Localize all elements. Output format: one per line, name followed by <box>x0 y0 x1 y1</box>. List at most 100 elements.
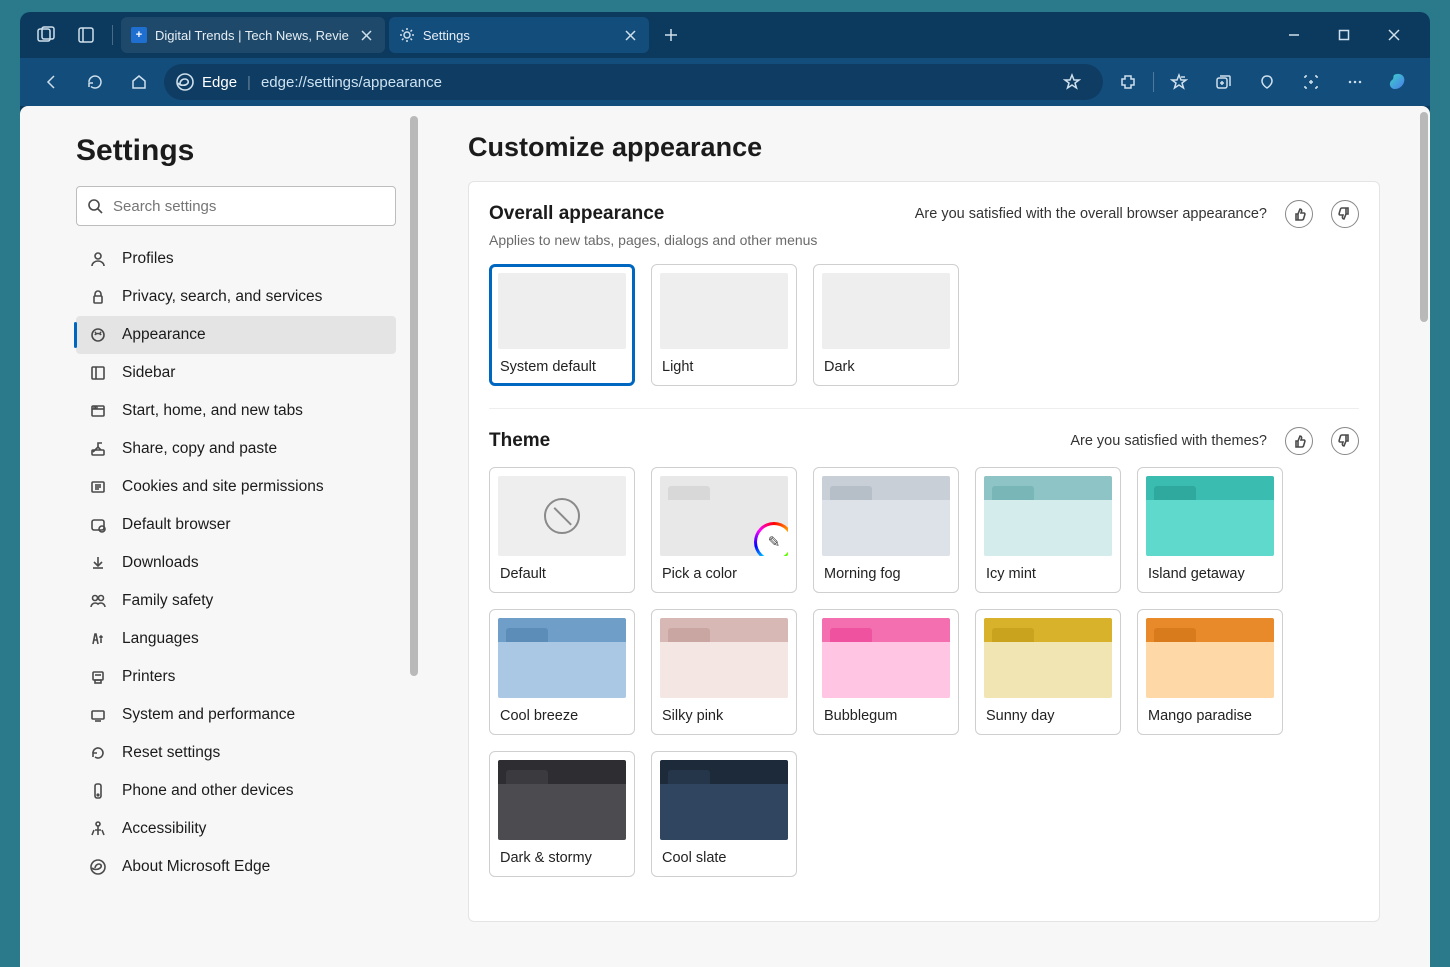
theme-option-pick-a-color[interactable]: ✎ Pick a color <box>651 467 797 593</box>
sidebar-item-appearance[interactable]: Appearance <box>76 316 396 354</box>
prohibit-icon <box>544 498 580 534</box>
thumbs-down-icon[interactable] <box>1331 427 1359 455</box>
nav-icon <box>88 743 108 763</box>
nav-icon <box>88 401 108 421</box>
workspaces-icon[interactable] <box>28 17 64 53</box>
preview-swatch <box>984 618 1112 698</box>
nav-icon <box>88 819 108 839</box>
option-label: Pick a color <box>660 566 788 584</box>
sidebar-item-start-home-and-new-tabs[interactable]: Start, home, and new tabs <box>76 392 396 430</box>
scrollbar[interactable] <box>410 116 418 676</box>
preview-swatch <box>498 273 626 349</box>
nav-label: Family safety <box>122 592 213 610</box>
color-picker-icon: ✎ <box>754 522 788 556</box>
appearance-option-light[interactable]: Light <box>651 264 797 386</box>
tab-actions-icon[interactable] <box>68 17 104 53</box>
favorite-star-icon[interactable] <box>1053 63 1091 101</box>
edge-badge: Edge <box>176 73 237 91</box>
preview-swatch <box>1146 618 1274 698</box>
scrollbar[interactable] <box>1420 112 1428 322</box>
theme-option-morning-fog[interactable]: Morning fog <box>813 467 959 593</box>
minimize-button[interactable] <box>1272 19 1316 51</box>
option-label: Cool breeze <box>498 708 626 726</box>
new-tab-button[interactable] <box>653 17 689 53</box>
nav-label: Appearance <box>122 326 206 344</box>
preview-swatch: ✎ <box>660 476 788 556</box>
preview-swatch <box>822 476 950 556</box>
option-label: Sunny day <box>984 708 1112 726</box>
favorites-icon[interactable] <box>1160 63 1198 101</box>
sidebar-item-accessibility[interactable]: Accessibility <box>76 810 396 848</box>
theme-option-silky-pink[interactable]: Silky pink <box>651 609 797 735</box>
nav-icon <box>88 439 108 459</box>
feedback-question: Are you satisfied with the overall brows… <box>915 206 1267 222</box>
sidebar-item-about-microsoft-edge[interactable]: About Microsoft Edge <box>76 848 396 886</box>
home-button[interactable] <box>120 63 158 101</box>
sidebar-item-share-copy-and-paste[interactable]: Share, copy and paste <box>76 430 396 468</box>
option-label: Dark & stormy <box>498 850 626 868</box>
sidebar-item-privacy-search-and-services[interactable]: Privacy, search, and services <box>76 278 396 316</box>
tab-label: Settings <box>423 28 613 43</box>
tab-digital-trends[interactable]: + Digital Trends | Tech News, Revie <box>121 17 385 53</box>
thumbs-up-icon[interactable] <box>1285 427 1313 455</box>
theme-option-default[interactable]: Default <box>489 467 635 593</box>
sidebar-item-phone-and-other-devices[interactable]: Phone and other devices <box>76 772 396 810</box>
nav-icon <box>88 857 108 877</box>
sidebar-item-reset-settings[interactable]: Reset settings <box>76 734 396 772</box>
option-label: Bubblegum <box>822 708 950 726</box>
sidebar-item-family-safety[interactable]: Family safety <box>76 582 396 620</box>
section-title-theme: Theme <box>489 430 550 452</box>
appearance-option-dark[interactable]: Dark <box>813 264 959 386</box>
copilot-icon[interactable] <box>1380 63 1418 101</box>
theme-option-bubblegum[interactable]: Bubblegum <box>813 609 959 735</box>
theme-option-island-getaway[interactable]: Island getaway <box>1137 467 1283 593</box>
nav-icon <box>88 287 108 307</box>
divider <box>112 25 113 45</box>
search-settings-input[interactable] <box>76 186 396 226</box>
nav-label: Reset settings <box>122 744 220 762</box>
more-menu-icon[interactable] <box>1336 63 1374 101</box>
theme-option-sunny-day[interactable]: Sunny day <box>975 609 1121 735</box>
address-bar[interactable]: Edge | edge://settings/appearance <box>164 64 1103 100</box>
screenshot-icon[interactable] <box>1292 63 1330 101</box>
sidebar-item-languages[interactable]: Languages <box>76 620 396 658</box>
sidebar-item-profiles[interactable]: Profiles <box>76 240 396 278</box>
browser-essentials-icon[interactable] <box>1248 63 1286 101</box>
tab-label: Digital Trends | Tech News, Revie <box>155 28 349 43</box>
refresh-button[interactable] <box>76 63 114 101</box>
nav-label: Sidebar <box>122 364 175 382</box>
sidebar-item-sidebar[interactable]: Sidebar <box>76 354 396 392</box>
sidebar-item-default-browser[interactable]: Default browser <box>76 506 396 544</box>
search-input[interactable] <box>113 198 385 215</box>
nav-icon <box>88 477 108 497</box>
collections-icon[interactable] <box>1204 63 1242 101</box>
theme-option-icy-mint[interactable]: Icy mint <box>975 467 1121 593</box>
close-icon[interactable] <box>357 25 377 45</box>
option-label: Cool slate <box>660 850 788 868</box>
nav-label: Phone and other devices <box>122 782 293 800</box>
theme-option-mango-paradise[interactable]: Mango paradise <box>1137 609 1283 735</box>
sidebar-item-downloads[interactable]: Downloads <box>76 544 396 582</box>
sidebar-item-cookies-and-site-permissions[interactable]: Cookies and site permissions <box>76 468 396 506</box>
sidebar-item-system-and-performance[interactable]: System and performance <box>76 696 396 734</box>
thumbs-down-icon[interactable] <box>1331 200 1359 228</box>
sidebar-item-printers[interactable]: Printers <box>76 658 396 696</box>
extensions-icon[interactable] <box>1109 63 1147 101</box>
tab-settings[interactable]: Settings <box>389 17 649 53</box>
option-label: Dark <box>822 359 950 377</box>
edge-label: Edge <box>202 74 237 91</box>
thumbs-up-icon[interactable] <box>1285 200 1313 228</box>
close-icon[interactable] <box>621 25 641 45</box>
sidebar-title: Settings <box>76 134 396 168</box>
back-button[interactable] <box>32 63 70 101</box>
nav-icon <box>88 705 108 725</box>
gear-icon <box>399 27 415 43</box>
settings-sidebar: Settings Profiles Privacy, search, and s… <box>20 106 418 967</box>
maximize-button[interactable] <box>1322 19 1366 51</box>
theme-option-cool-breeze[interactable]: Cool breeze <box>489 609 635 735</box>
appearance-option-system-default[interactable]: System default <box>489 264 635 386</box>
theme-option-dark-stormy[interactable]: Dark & stormy <box>489 751 635 877</box>
theme-option-cool-slate[interactable]: Cool slate <box>651 751 797 877</box>
close-window-button[interactable] <box>1372 19 1416 51</box>
option-label: Island getaway <box>1146 566 1274 584</box>
